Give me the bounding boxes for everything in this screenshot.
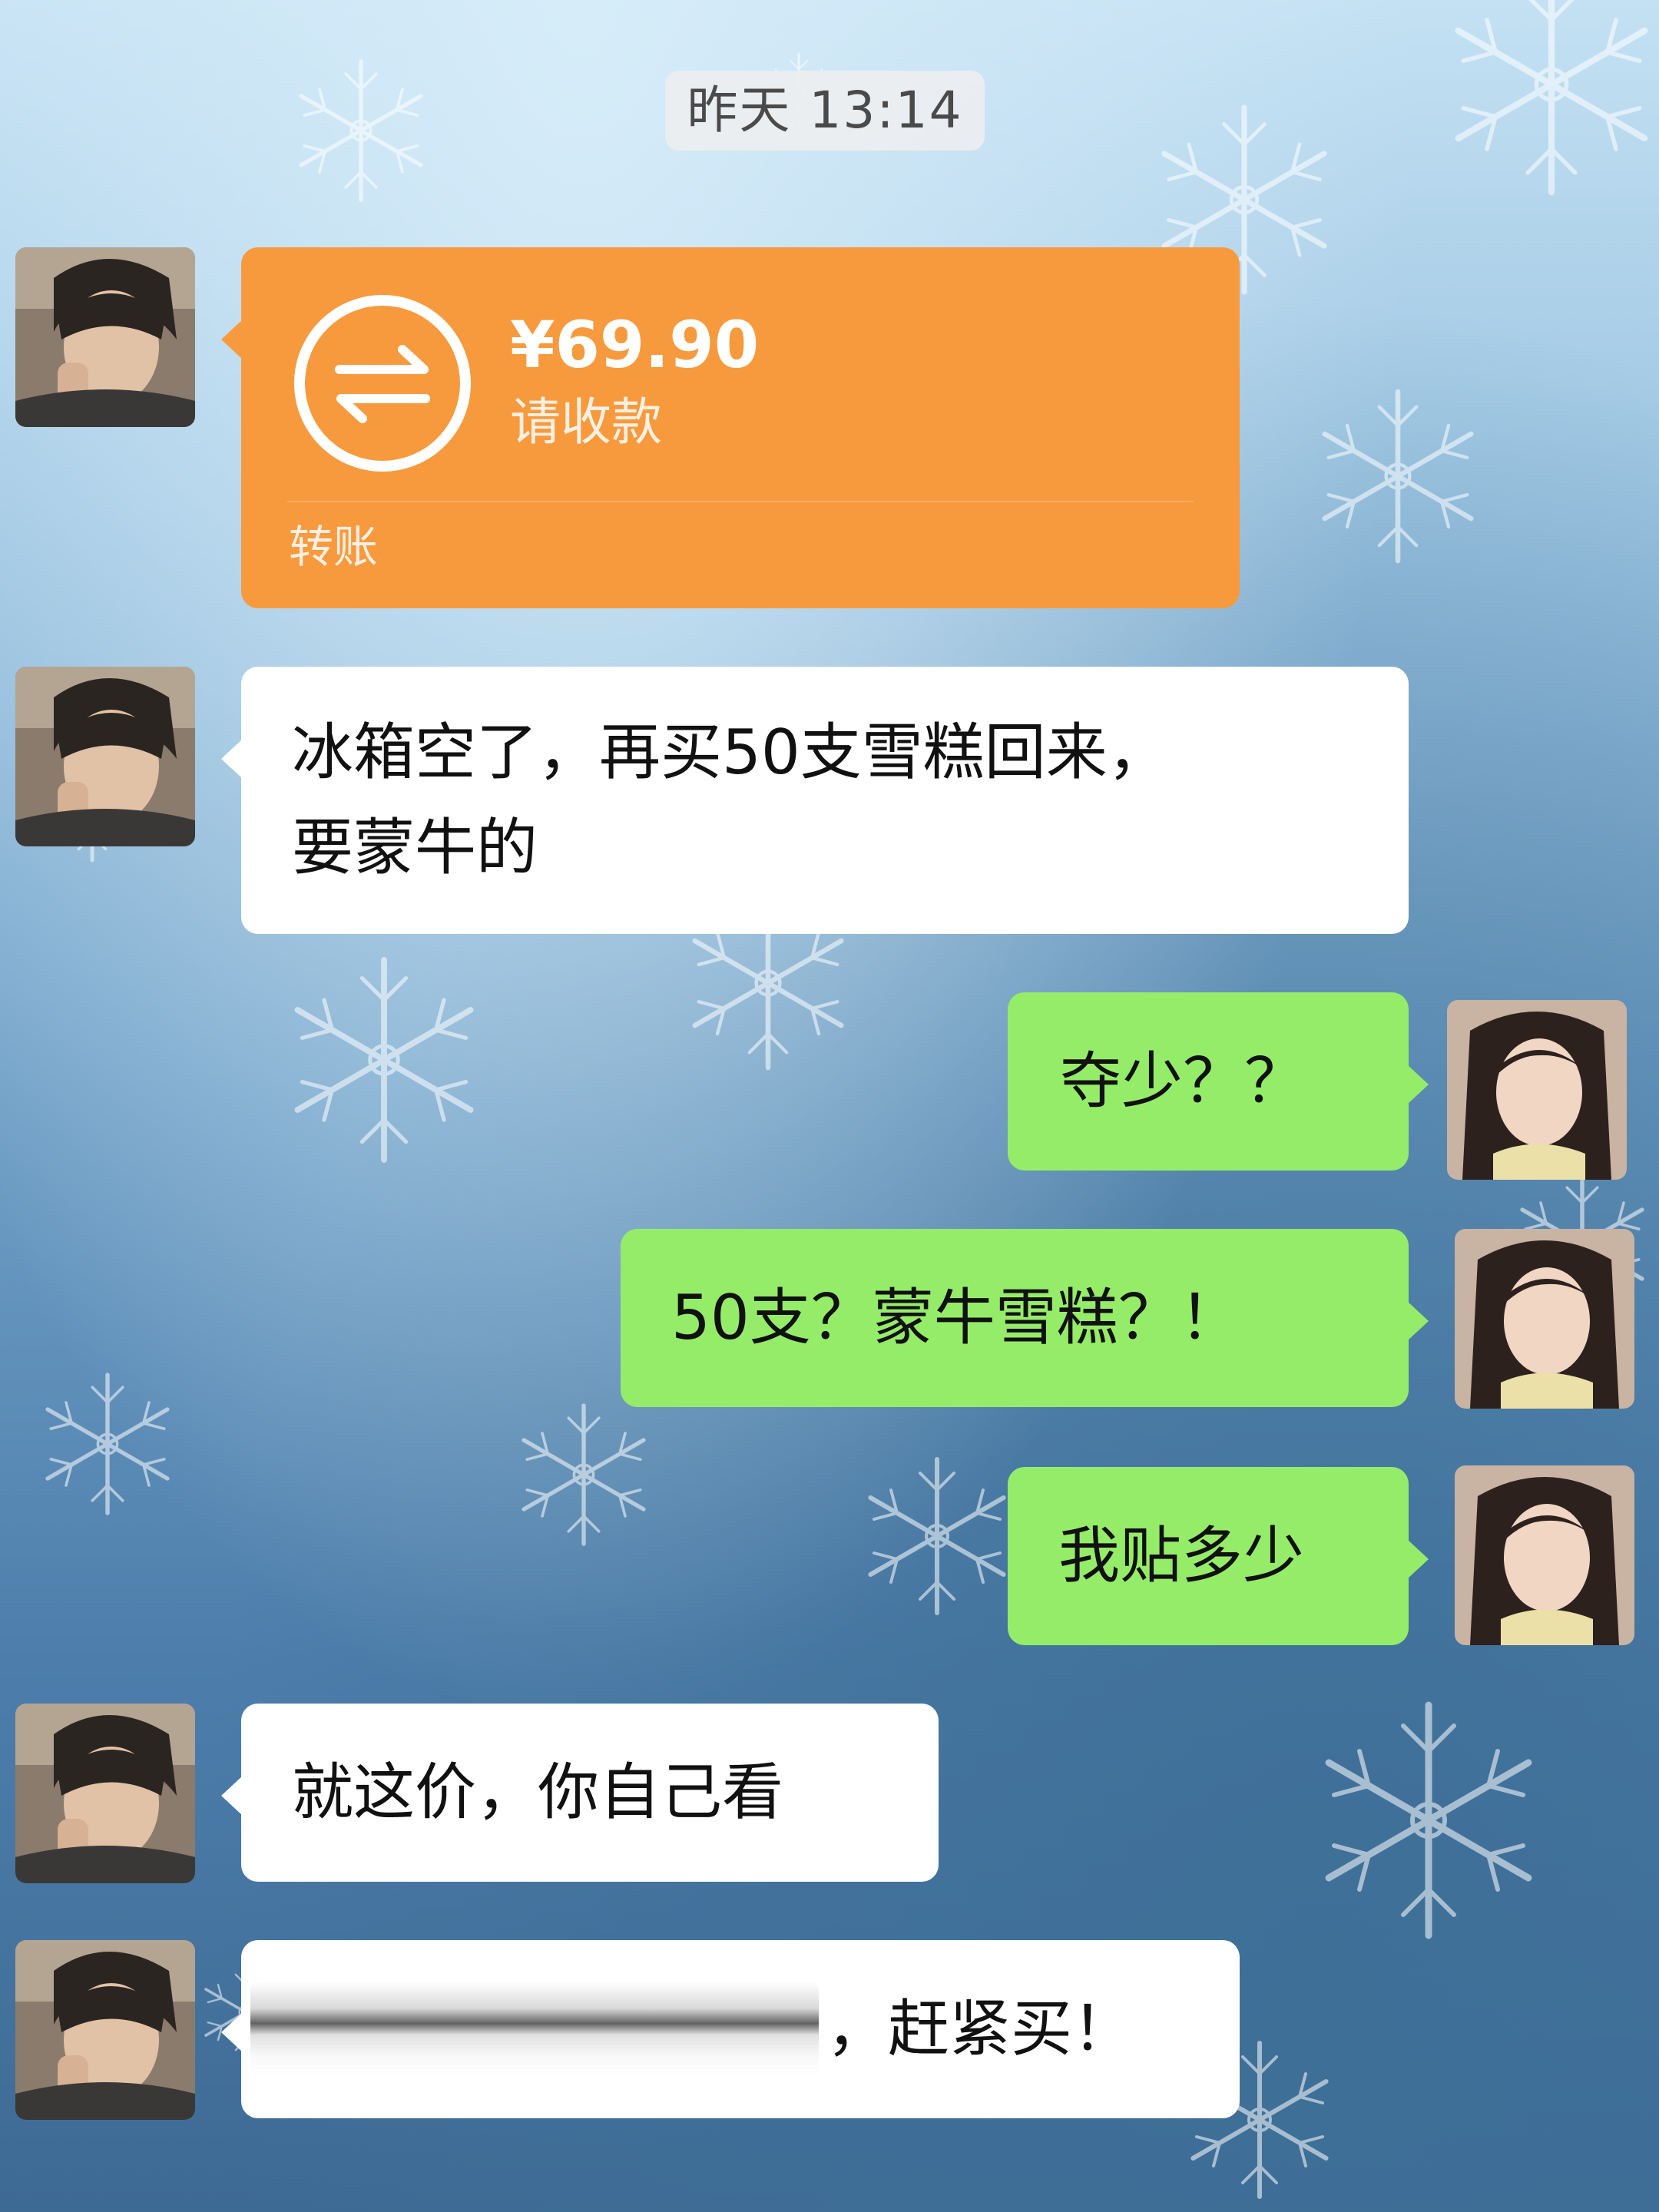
transfer-card[interactable]: ¥69.90 请收款 转账 [221, 247, 1240, 608]
timestamp: 昨天 13:14 [665, 71, 985, 151]
message-bubble-me[interactable]: 我贴多少 [1008, 1467, 1429, 1645]
my-avatar[interactable] [1455, 1229, 1634, 1409]
message-text-line: 冰箱空了，再买50支雪糕回来， [292, 717, 1169, 788]
transfer-status: 请收款 [510, 392, 662, 452]
message-bubble-contact[interactable]: 冰箱空了，再买50支雪糕回来， 要蒙牛的 [221, 667, 1409, 934]
message-text: 就这价，你自己看 [292, 1757, 783, 1828]
transfer-arrows-icon [294, 295, 471, 472]
message-text: 夺少？？ [1060, 1045, 1306, 1117]
blurred-redaction [250, 1982, 819, 2077]
message-bubble-contact[interactable]: ，赶紧买！ [221, 1940, 1240, 2118]
transfer-divider [287, 501, 1194, 502]
contact-avatar[interactable] [15, 1940, 195, 2120]
message-text: 50支？蒙牛雪糕？！ [671, 1282, 1241, 1353]
my-avatar[interactable] [1447, 1000, 1627, 1180]
message-bubble-contact[interactable]: 就这价，你自己看 [221, 1704, 939, 1882]
contact-avatar[interactable] [15, 667, 195, 846]
transfer-amount: ¥69.90 [510, 307, 760, 382]
message-text: 我贴多少 [1058, 1520, 1304, 1591]
transfer-footer-label: 转账 [289, 521, 379, 573]
contact-avatar[interactable] [15, 1704, 195, 1883]
contact-avatar[interactable] [15, 247, 195, 427]
my-avatar[interactable] [1455, 1465, 1634, 1645]
message-text: ，赶紧买！ [826, 1993, 1134, 2065]
message-text-line: 要蒙牛的 [292, 812, 538, 883]
message-bubble-me[interactable]: 夺少？？ [1008, 992, 1429, 1171]
message-bubble-me[interactable]: 50支？蒙牛雪糕？！ [621, 1229, 1429, 1407]
